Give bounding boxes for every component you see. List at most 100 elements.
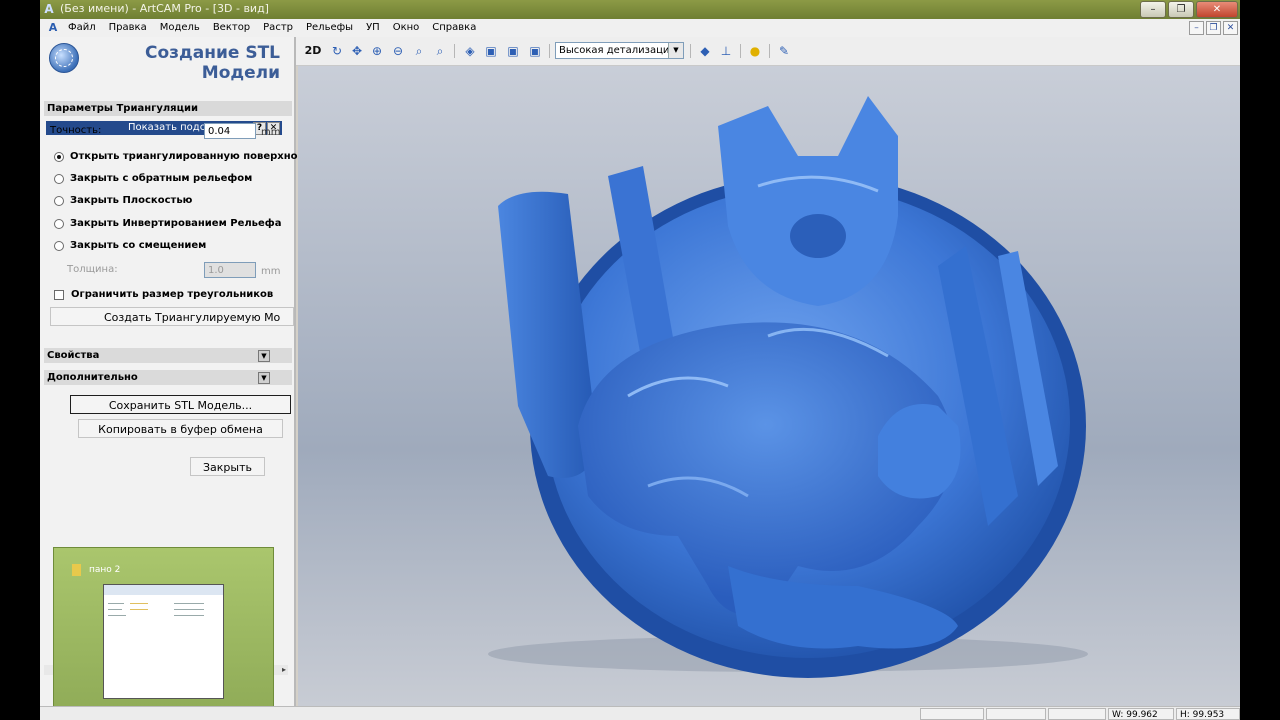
view-side-icon[interactable]: ▣: [504, 42, 522, 60]
detail-level-select[interactable]: Высокая детализация ▼: [555, 42, 684, 59]
menu-window[interactable]: Окно: [393, 22, 420, 33]
view-front-icon[interactable]: ▣: [482, 42, 500, 60]
zoom-in-icon[interactable]: ⊕: [368, 42, 386, 60]
view-iso-icon[interactable]: ◈: [461, 42, 479, 60]
chevron-down-icon[interactable]: ▼: [258, 350, 270, 362]
radio-dot[interactable]: [54, 218, 64, 229]
doc-restore-icon[interactable]: ❐: [1206, 21, 1221, 35]
preview-line: [174, 609, 204, 610]
zoom-window-icon[interactable]: ⌕: [410, 42, 428, 60]
radio-close-reverse[interactable]: Закрыть с обратным рельефом: [54, 173, 252, 184]
status-field: [986, 708, 1046, 720]
shading-icon[interactable]: ◆: [696, 42, 714, 60]
scroll-right-icon[interactable]: ▸: [282, 665, 286, 674]
preview-line: [108, 603, 124, 604]
radio-label: Закрыть Инвертированием Рельефа: [70, 218, 282, 229]
thickness-label: Толщина:: [67, 264, 118, 275]
status-width: W: 99.962: [1108, 708, 1174, 720]
thumbnail-preview: [103, 584, 224, 699]
menu-list: Файл Правка Модель Вектор Растр Рельефы …: [68, 22, 489, 33]
doc-minimize-icon[interactable]: –: [1189, 21, 1204, 35]
rotate-icon[interactable]: ↻: [328, 42, 346, 60]
artcam-logo-icon: [49, 43, 79, 73]
thickness-input[interactable]: 1.0: [204, 262, 256, 278]
chevron-down-icon[interactable]: ▼: [258, 372, 270, 384]
menu-reliefs[interactable]: Рельефы: [306, 22, 353, 33]
close-icon[interactable]: ✕: [1196, 1, 1238, 18]
status-field: [920, 708, 984, 720]
menu-toolpaths[interactable]: УП: [366, 22, 380, 33]
relief-model-render: [488, 96, 1088, 678]
taskbar-thumbnail[interactable]: пано 2: [53, 547, 274, 716]
window-title: (Без имени) - ArtCAM Pro - [3D - вид]: [60, 2, 269, 15]
chevron-down-icon[interactable]: ▼: [668, 43, 683, 58]
limit-triangle-checkbox[interactable]: Ограничить размер треугольников: [54, 289, 273, 300]
stl-panel: Создание STL Модели Показать подсказку ?…: [40, 37, 303, 720]
panel-title-line2: Модели: [201, 63, 280, 83]
menu-edit[interactable]: Правка: [109, 22, 147, 33]
title-bar: A (Без имени) - ArtCAM Pro - [3D - вид] …: [40, 0, 1240, 19]
status-bar: W: 99.962 H: 99.953: [40, 706, 1240, 720]
status-field: [1048, 708, 1106, 720]
thumbnail-label: пано 2: [89, 565, 121, 575]
save-stl-button[interactable]: Сохранить STL Модель...: [70, 395, 291, 414]
precision-input[interactable]: 0.04: [204, 123, 256, 139]
radio-dot[interactable]: [54, 151, 64, 162]
view-top-icon[interactable]: ▣: [526, 42, 544, 60]
radio-dot[interactable]: [54, 173, 64, 184]
panel-title: Создание STL Модели: [145, 43, 280, 83]
zoom-fit-icon[interactable]: ⌕: [431, 42, 449, 60]
preview-header: [104, 585, 223, 595]
radio-dot[interactable]: [54, 240, 64, 251]
toolbar-separator: [549, 44, 550, 58]
menu-model[interactable]: Модель: [160, 22, 200, 33]
radio-dot[interactable]: [54, 195, 64, 206]
radio-open-surface[interactable]: Открыть триангулированную поверхнос: [54, 151, 303, 162]
minimize-icon[interactable]: –: [1140, 1, 1166, 18]
artcam-app-icon[interactable]: A: [42, 2, 56, 16]
zoom-out-icon[interactable]: ⊖: [389, 42, 407, 60]
preview-line: [108, 609, 122, 610]
view-toolbar: 2D ↻ ✥ ⊕ ⊖ ⌕ ⌕ ◈ ▣ ▣ ▣ Высокая детализац…: [296, 37, 1240, 66]
toolbar-separator: [454, 44, 455, 58]
section-properties[interactable]: Свойства ▼: [44, 348, 292, 363]
preview-line: [174, 615, 204, 616]
artcam-window: A (Без имени) - ArtCAM Pro - [3D - вид] …: [40, 0, 1240, 720]
section-advanced[interactable]: Дополнительно ▼: [44, 370, 292, 385]
document-controls: – ❐ ✕: [1189, 21, 1238, 35]
section-triangulation: Параметры Триангуляции: [44, 101, 292, 116]
radio-close-plane[interactable]: Закрыть Плоскостью: [54, 195, 192, 206]
menu-bar: A Файл Правка Модель Вектор Растр Рельеф…: [40, 19, 1240, 38]
checkbox-label: Ограничить размер треугольников: [71, 289, 274, 300]
menu-vector[interactable]: Вектор: [213, 22, 250, 33]
view-2d-button[interactable]: 2D: [304, 42, 322, 60]
document-icon[interactable]: A: [46, 21, 60, 35]
menu-help[interactable]: Справка: [432, 22, 476, 33]
precision-label: Точность:: [50, 125, 102, 136]
paint-icon[interactable]: ✎: [775, 42, 793, 60]
toolbar-separator: [690, 44, 691, 58]
copy-clipboard-button[interactable]: Копировать в буфер обмена: [78, 419, 283, 438]
create-triangulated-button[interactable]: Создать Триангулируемую Мо: [50, 307, 294, 326]
menu-file[interactable]: Файл: [68, 22, 96, 33]
radio-close-offset[interactable]: Закрыть со смещением: [54, 240, 206, 251]
preview-line: [130, 603, 148, 604]
toolbar-separator: [740, 44, 741, 58]
folder-icon: [72, 564, 81, 576]
close-button[interactable]: Закрыть: [190, 457, 265, 476]
menu-raster[interactable]: Растр: [263, 22, 293, 33]
checkbox-box[interactable]: [54, 289, 64, 300]
radio-label: Открыть триангулированную поверхнос: [70, 151, 304, 162]
toolbar-separator: [769, 44, 770, 58]
pan-icon[interactable]: ✥: [348, 42, 366, 60]
3d-view[interactable]: [298, 66, 1240, 706]
light-bulb-icon[interactable]: ●: [746, 42, 764, 60]
preview-line: [130, 609, 148, 610]
precision-unit: mm: [261, 127, 281, 138]
radio-close-invert[interactable]: Закрыть Инвертированием Рельефа: [54, 218, 281, 229]
axes-icon[interactable]: ⊥: [717, 42, 735, 60]
preview-line: [108, 615, 126, 616]
maximize-icon[interactable]: ❐: [1168, 1, 1194, 18]
doc-close-icon[interactable]: ✕: [1223, 21, 1238, 35]
preview-line: [174, 603, 204, 604]
